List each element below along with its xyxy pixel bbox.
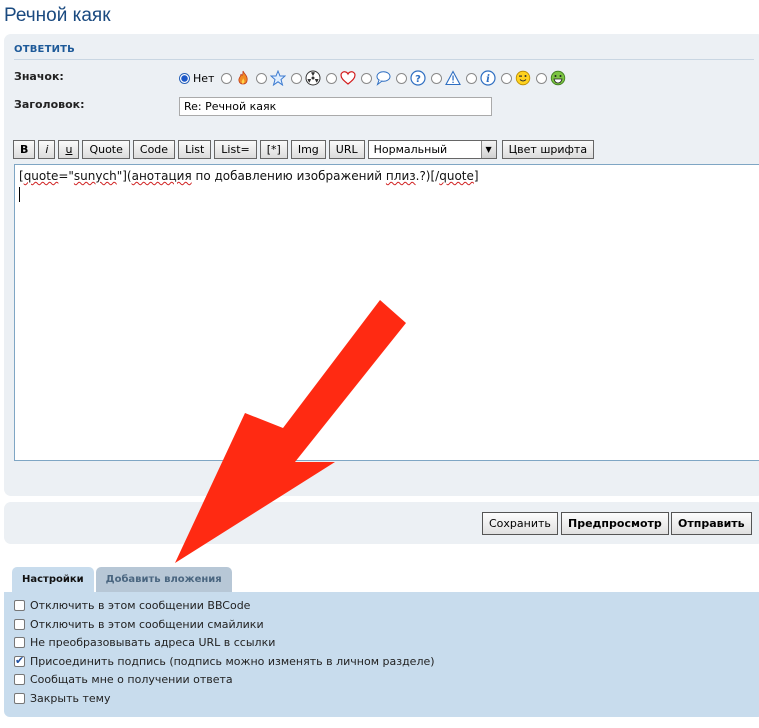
heart-icon (340, 71, 357, 85)
checkbox[interactable] (14, 654, 25, 667)
post-panel: ОТВЕТИТЬ Значок: Заголовок: Нет ? i Re: … (4, 34, 759, 496)
icon-option-info[interactable]: i (466, 70, 497, 86)
icon-option-question[interactable]: ? (396, 70, 427, 86)
font-color-button[interactable]: Цвет шрифта (501, 140, 595, 159)
radio-button[interactable] (326, 72, 338, 84)
checkbox[interactable] (14, 637, 25, 648)
page-title: Речной каяк (4, 5, 111, 26)
font-size-select[interactable]: Нормальный ▼ (367, 140, 497, 159)
icon-option-none[interactable]: Нет (179, 72, 216, 85)
option-disable-bbcode[interactable]: Отключить в этом сообщении BBCode (14, 599, 250, 612)
grin-smiley-icon (551, 70, 566, 86)
topic-icon-picker: Нет ? i (179, 68, 571, 88)
save-button[interactable]: Сохранить (482, 512, 558, 535)
chevron-down-icon: ▼ (480, 141, 496, 158)
option-label: Не преобразовывать адреса URL в ссылки (30, 636, 276, 649)
radio-button[interactable] (466, 72, 478, 84)
preview-button[interactable]: Предпросмотр (561, 512, 669, 535)
question-icon: ? (410, 70, 427, 86)
numbered-list-button[interactable]: List= (214, 140, 257, 159)
submit-button[interactable]: Отправить (671, 512, 752, 535)
option-no-url-parse[interactable]: Не преобразовывать адреса URL в ссылки (14, 636, 275, 649)
checkbox[interactable] (14, 693, 25, 704)
bold-button[interactable]: B (13, 140, 36, 159)
icon-option-radioactive[interactable] (291, 70, 321, 86)
icon-option-heart[interactable] (326, 70, 357, 86)
icon-option-star[interactable] (256, 70, 287, 86)
checkbox[interactable] (14, 600, 25, 611)
underline-button[interactable]: u (58, 140, 80, 159)
radio-button[interactable] (221, 72, 233, 84)
tab-settings[interactable]: Настройки (12, 567, 94, 592)
list-button[interactable]: List (178, 140, 212, 159)
icon-option-fire[interactable] (221, 70, 251, 86)
option-notify-reply[interactable]: Сообщать мне о получении ответа (14, 673, 233, 686)
message-textarea[interactable]: [quote="sunych"](анотация по добавлению … (14, 164, 759, 461)
subject-input[interactable]: Re: Речной каяк (179, 97, 492, 116)
icon-label: Значок: (14, 70, 64, 83)
bbcode-toolbar: B i u Quote Code List List= [*] Img URL … (13, 140, 597, 159)
checkbox[interactable] (14, 674, 25, 685)
divider (14, 59, 754, 60)
icon-option-speech[interactable] (361, 70, 391, 86)
radioactive-icon (305, 70, 321, 86)
radio-button[interactable] (501, 72, 513, 84)
wink-smiley-icon (516, 70, 531, 86)
options-tabs: Настройки Добавить вложения (12, 567, 234, 592)
section-title: ОТВЕТИТЬ (14, 44, 76, 55)
url-button[interactable]: URL (328, 140, 365, 159)
options-panel: Отключить в этом сообщении BBCode Отключ… (4, 592, 759, 717)
radio-button[interactable] (291, 72, 303, 84)
icon-option-wink[interactable] (501, 70, 531, 86)
svg-text:?: ? (416, 74, 422, 85)
svg-text:i: i (487, 74, 491, 85)
option-lock-topic[interactable]: Закрыть тему (14, 692, 110, 705)
fire-icon (238, 70, 249, 85)
radio-button[interactable] (536, 72, 548, 84)
option-attach-signature[interactable]: Присоединить подпись (подпись можно изме… (14, 654, 435, 668)
editor-text: [quote="sunych"](анотация по добавлению … (19, 169, 479, 183)
radio-button[interactable] (179, 72, 190, 84)
option-label: Закрыть тему (30, 692, 111, 705)
icon-option-warning[interactable] (431, 70, 462, 86)
quote-button[interactable]: Quote (82, 140, 130, 159)
list-item-button[interactable]: [*] (259, 140, 288, 159)
font-size-value: Нормальный (373, 143, 448, 156)
radio-button[interactable] (431, 72, 443, 84)
checkbox[interactable] (14, 619, 25, 630)
code-button[interactable]: Code (132, 140, 176, 159)
radio-button[interactable] (256, 72, 268, 84)
option-label: Сообщать мне о получении ответа (30, 673, 233, 686)
option-label: Отключить в этом сообщении смайлики (30, 618, 264, 631)
warning-icon (445, 70, 462, 86)
icon-option-grin[interactable] (536, 70, 566, 86)
speech-bubble-icon (376, 71, 391, 86)
radio-button[interactable] (361, 72, 373, 84)
italic-button[interactable]: i (38, 140, 56, 159)
option-label: Отключить в этом сообщении BBCode (30, 599, 251, 612)
option-label: Присоединить подпись (подпись можно изме… (30, 655, 435, 668)
actions-panel: Сохранить Предпросмотр Отправить (4, 502, 759, 544)
option-disable-smilies[interactable]: Отключить в этом сообщении смайлики (14, 618, 264, 631)
img-button[interactable]: Img (290, 140, 326, 159)
subject-label: Заголовок: (14, 98, 85, 111)
icon-option-label: Нет (193, 71, 215, 85)
star-icon (270, 70, 287, 86)
radio-button[interactable] (396, 72, 408, 84)
info-icon: i (480, 70, 497, 86)
tab-attachments[interactable]: Добавить вложения (95, 567, 232, 592)
text-caret (19, 187, 20, 202)
